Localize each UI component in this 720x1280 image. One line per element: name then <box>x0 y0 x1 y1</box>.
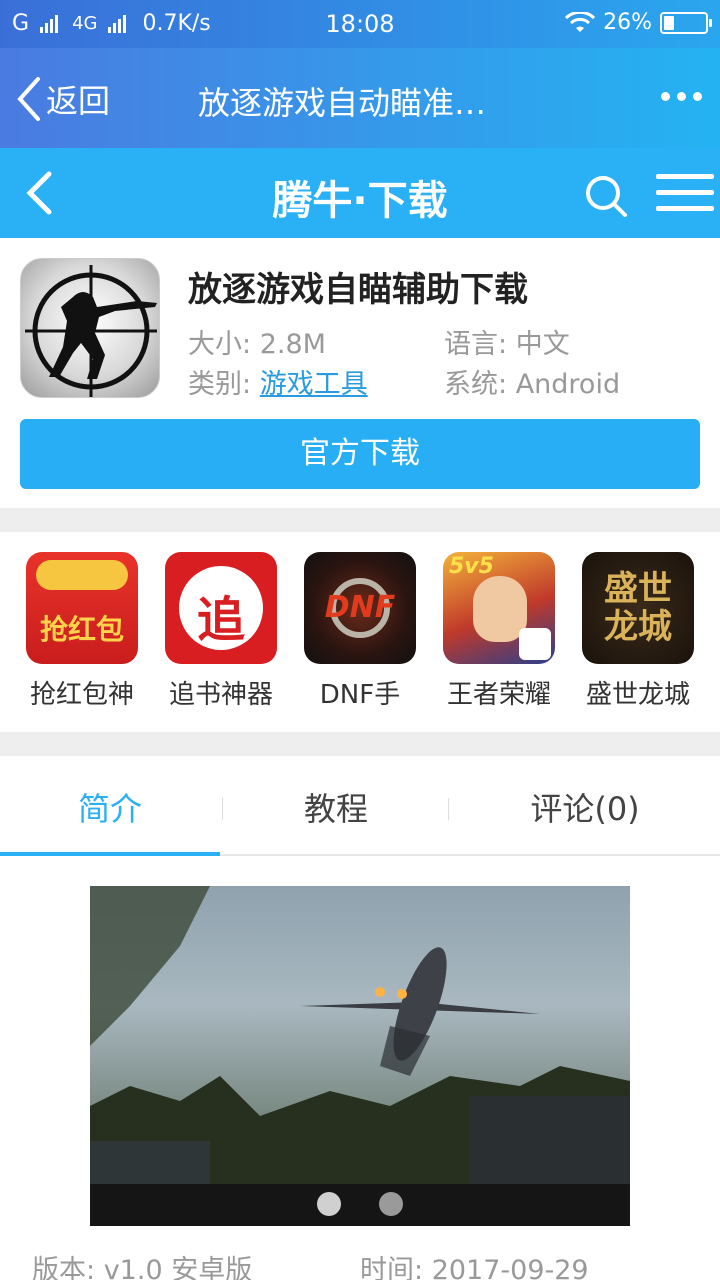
app-icon-text: 盛世龙城 <box>604 569 672 647</box>
more-dot-icon <box>677 92 686 101</box>
recommended-app-label: DNF手 <box>319 680 401 710</box>
carousel-dots <box>90 1192 630 1216</box>
crosshair-soldier-icon <box>25 265 157 397</box>
category-link[interactable]: 游戏工具 <box>260 369 368 400</box>
version-value: v1.0 安卓版 <box>103 1255 253 1280</box>
battery-icon <box>660 11 712 34</box>
system-info: 系统: Android <box>444 362 620 401</box>
menu-icon[interactable] <box>656 174 714 222</box>
tab-comments[interactable]: 评论(0) <box>470 784 700 830</box>
app-name: 放逐游戏自瞄辅助下载 <box>188 270 528 310</box>
browser-header: 返回 放逐游戏自动瞄准… <box>0 48 720 148</box>
recommended-app-item[interactable]: 追 追书神器 <box>152 552 290 711</box>
content-tabs: 简介 教程 评论(0) <box>0 756 720 856</box>
more-options-button[interactable] <box>661 92 702 101</box>
size-value: 2.8M <box>259 329 326 360</box>
tab-tutorial[interactable]: 教程 <box>226 784 446 830</box>
category-label: 类别: <box>188 369 252 400</box>
back-label: 返回 <box>46 82 111 120</box>
app-icon-text: 5v5 <box>449 554 494 579</box>
date-value: 2017-09-29 <box>431 1255 589 1280</box>
recommended-app-item[interactable]: 盛世龙城 盛世龙城 <box>569 552 707 711</box>
app-icon-text: 追 <box>196 592 245 648</box>
status-right: 26% <box>565 10 712 35</box>
shengshi-longcheng-app-icon: 盛世龙城 <box>582 552 694 664</box>
recommended-app-label: 抢红包神 <box>29 680 134 710</box>
browser-back-button[interactable]: 返回 <box>16 76 110 122</box>
official-download-button[interactable]: 官方下载 <box>20 419 700 489</box>
recommended-app-label: 王者荣耀 <box>446 680 551 710</box>
search-icon[interactable] <box>584 174 628 218</box>
app-icon-text: 抢红包 <box>39 613 124 646</box>
app-icon <box>20 258 160 398</box>
carousel-dot[interactable] <box>379 1192 403 1216</box>
tab-separator <box>222 798 223 820</box>
status-bar: G 4G 0.7K/s 18:08 26% <box>0 0 720 48</box>
red-envelope-app-icon: 抢红包 <box>26 552 138 664</box>
system-label: 系统: <box>444 369 508 400</box>
game-screenshot-image <box>90 886 630 1226</box>
app-info-card: 放逐游戏自瞄辅助下载 大小: 2.8M 语言: 中文 类别: 游戏工具 系统: … <box>0 238 720 508</box>
recommended-app-label: 追书神器 <box>168 680 273 710</box>
tab-separator <box>448 798 449 820</box>
category-info: 类别: 游戏工具 <box>188 362 368 401</box>
screenshot-carousel[interactable] <box>90 886 630 1226</box>
language-info: 语言: 中文 <box>444 322 570 361</box>
size-label: 大小: <box>188 329 252 360</box>
version-info: 版本: v1.0 安卓版 <box>32 1248 252 1280</box>
recommended-apps: 抢红包 抢红包神 追 追书神器 DNF DNF手 5v5 王者荣耀 盛世龙城 盛… <box>0 532 720 732</box>
battery-percent: 26% <box>603 10 652 35</box>
section-divider <box>0 508 720 532</box>
recommended-app-label: 盛世龙城 <box>585 680 690 710</box>
dnf-app-icon: DNF <box>304 552 416 664</box>
language-value: 中文 <box>515 329 570 360</box>
more-dot-icon <box>661 92 670 101</box>
chevron-left-icon <box>17 77 40 121</box>
tab-intro[interactable]: 简介 <box>0 784 220 830</box>
app-icon-text: DNF <box>324 590 396 625</box>
wifi-icon <box>565 11 596 32</box>
date-info: 时间: 2017-09-29 <box>360 1248 589 1280</box>
version-label: 版本: <box>32 1255 96 1280</box>
browser-page-title: 放逐游戏自动瞄准… <box>198 84 487 122</box>
active-tab-indicator <box>0 852 220 856</box>
language-label: 语言: <box>444 329 508 360</box>
recommended-app-item[interactable]: 抢红包 抢红包神 <box>13 552 151 711</box>
book-chase-app-icon: 追 <box>165 552 277 664</box>
honor-of-kings-app-icon: 5v5 <box>443 552 555 664</box>
system-value: Android <box>515 369 621 400</box>
carousel-dot[interactable] <box>317 1192 341 1216</box>
date-label: 时间: <box>360 1255 424 1280</box>
section-divider <box>0 732 720 756</box>
recommended-app-item[interactable]: 5v5 王者荣耀 <box>430 552 568 711</box>
site-header: 腾牛·下载 <box>0 148 720 238</box>
recommended-app-item[interactable]: DNF DNF手 <box>291 552 429 711</box>
size-info: 大小: 2.8M <box>188 322 326 361</box>
more-dot-icon <box>693 92 702 101</box>
